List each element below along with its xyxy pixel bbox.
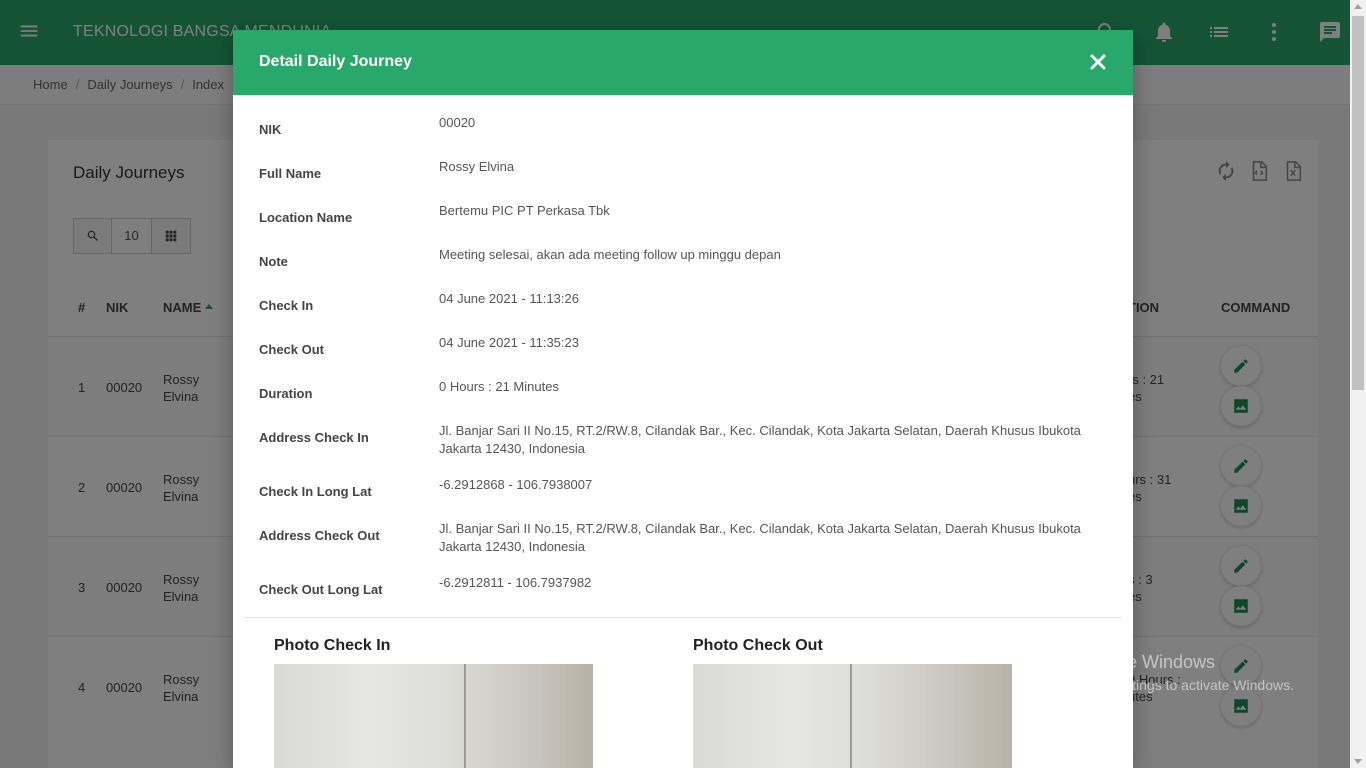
- field-label: Note: [259, 254, 288, 269]
- scroll-down-icon[interactable]: [1354, 759, 1362, 764]
- field-label: Address Check In: [259, 430, 369, 445]
- field-value: Jl. Banjar Sari II No.15, RT.2/RW.8, Cil…: [439, 521, 1081, 554]
- page-scrollbar[interactable]: [1350, 0, 1366, 768]
- field-label: Full Name: [259, 166, 322, 181]
- photo-detail: [464, 664, 466, 768]
- field-value: 0 Hours : 21 Minutes: [439, 379, 559, 394]
- scrollbar-thumb[interactable]: [1352, 16, 1364, 390]
- photo-check-out-title: Photo Check Out: [693, 637, 823, 654]
- photo-check-in[interactable]: [274, 664, 593, 768]
- photo-check-in-title: Photo Check In: [274, 637, 391, 654]
- field-value: Meeting selesai, akan ada meeting follow…: [439, 247, 781, 262]
- divider: [244, 617, 1122, 618]
- photo-check-out[interactable]: [693, 664, 1012, 768]
- detail-modal: Detail Daily Journey NIK 00020 Full Name…: [233, 30, 1133, 768]
- field-value: -6.2912811 - 106.7937982: [439, 575, 592, 590]
- activation-watermark-title: Activate Windows: [1073, 652, 1216, 672]
- modal-title: Detail Daily Journey: [259, 53, 412, 70]
- field-value: Jl. Banjar Sari II No.15, RT.2/RW.8, Cil…: [439, 423, 1081, 456]
- close-icon[interactable]: [1090, 54, 1106, 70]
- field-label: Check In Long Lat: [259, 484, 372, 499]
- field-value: 04 June 2021 - 11:13:26: [439, 291, 579, 306]
- activation-watermark-subtitle: Go to Settings to activate Windows.: [1073, 677, 1294, 693]
- field-label: Duration: [259, 386, 313, 401]
- field-label: NIK: [259, 122, 282, 137]
- field-label: Address Check Out: [259, 528, 380, 543]
- field-value: -6.2912868 - 106.7938007: [439, 477, 593, 492]
- scroll-up-icon[interactable]: [1354, 4, 1362, 9]
- field-value: 00020: [439, 115, 476, 130]
- field-label: Check In: [259, 298, 314, 313]
- photo-detail: [850, 664, 852, 768]
- field-label: Location Name: [259, 210, 353, 225]
- field-label: Check Out Long Lat: [259, 582, 383, 597]
- field-value: Rossy Elvina: [439, 159, 515, 174]
- field-value: Bertemu PIC PT Perkasa Tbk: [439, 203, 610, 218]
- modal-header: Detail Daily Journey: [233, 30, 1133, 95]
- field-value: 04 June 2021 - 11:35:23: [439, 335, 579, 350]
- field-label: Check Out: [259, 342, 325, 357]
